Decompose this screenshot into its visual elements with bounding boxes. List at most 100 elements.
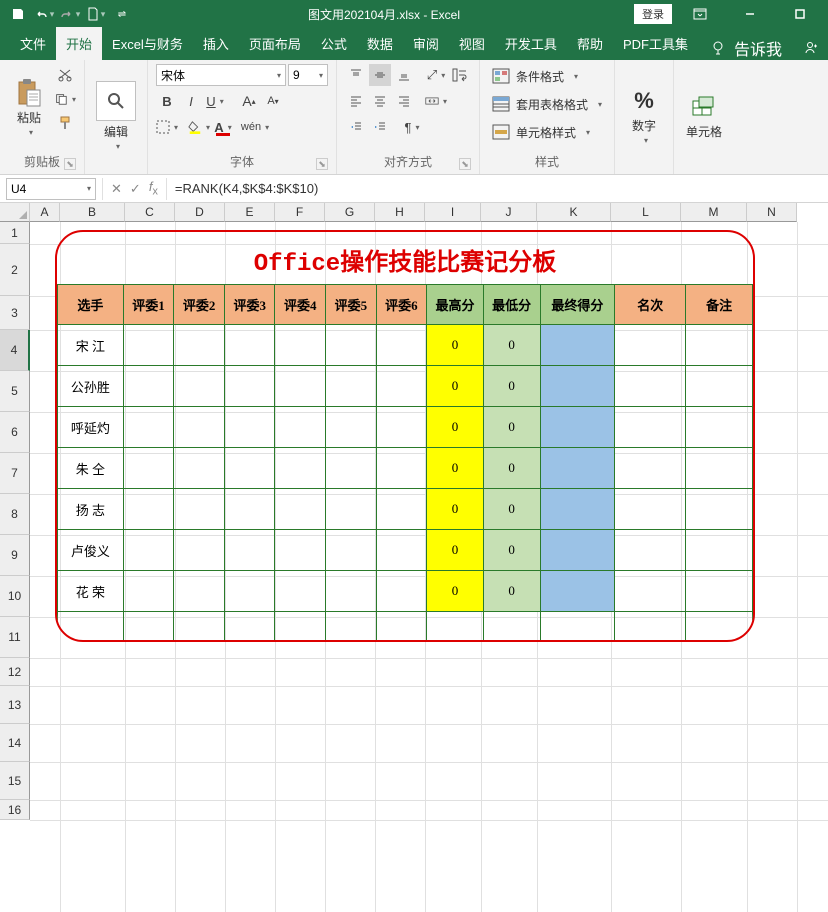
table-cell[interactable] bbox=[686, 325, 753, 366]
align-center-icon[interactable] bbox=[369, 90, 391, 112]
underline-button[interactable]: U▾ bbox=[204, 90, 226, 112]
table-cell[interactable] bbox=[615, 448, 686, 489]
name-box[interactable]: U4▾ bbox=[6, 178, 96, 200]
table-cell[interactable] bbox=[326, 612, 377, 643]
table-cell[interactable] bbox=[123, 571, 174, 612]
table-cell[interactable] bbox=[174, 325, 225, 366]
table-cell[interactable] bbox=[326, 366, 377, 407]
table-cell[interactable] bbox=[174, 571, 225, 612]
table-cell[interactable]: 呼延灼 bbox=[58, 407, 124, 448]
col-header[interactable]: K bbox=[537, 203, 611, 222]
table-cell[interactable] bbox=[376, 530, 427, 571]
font-launcher-icon[interactable]: ⬊ bbox=[316, 158, 328, 170]
table-cell[interactable]: 0 bbox=[427, 489, 484, 530]
table-cell[interactable]: 0 bbox=[427, 407, 484, 448]
table-cell[interactable]: 0 bbox=[483, 571, 540, 612]
font-name-combo[interactable]: 宋体▾ bbox=[156, 64, 286, 86]
table-cell[interactable]: 卢俊义 bbox=[58, 530, 124, 571]
table-cell[interactable] bbox=[326, 407, 377, 448]
increase-indent-icon[interactable] bbox=[369, 116, 391, 138]
align-left-icon[interactable] bbox=[345, 90, 367, 112]
row-header[interactable]: 7 bbox=[0, 453, 30, 494]
tab-formula[interactable]: 公式 bbox=[311, 27, 357, 60]
merge-icon[interactable]: ▾ bbox=[425, 90, 447, 112]
table-cell[interactable]: 花 荣 bbox=[58, 571, 124, 612]
table-cell[interactable] bbox=[224, 366, 275, 407]
col-header[interactable]: N bbox=[747, 203, 797, 222]
table-cell[interactable] bbox=[123, 489, 174, 530]
cells-button[interactable]: 单元格 bbox=[682, 64, 726, 168]
table-cell[interactable] bbox=[686, 448, 753, 489]
table-cell[interactable] bbox=[275, 325, 326, 366]
table-cell[interactable] bbox=[58, 612, 124, 643]
table-cell[interactable] bbox=[326, 530, 377, 571]
align-launcher-icon[interactable]: ⬊ bbox=[459, 158, 471, 170]
table-cell[interactable] bbox=[224, 448, 275, 489]
table-cell[interactable] bbox=[224, 612, 275, 643]
table-cell[interactable] bbox=[686, 407, 753, 448]
decrease-font-icon[interactable]: A▾ bbox=[262, 90, 284, 112]
row-header[interactable]: 1 bbox=[0, 222, 30, 244]
conditional-format-button[interactable]: 条件格式▾ bbox=[488, 64, 606, 88]
border-icon[interactable]: ▾ bbox=[156, 116, 178, 138]
table-cell[interactable] bbox=[615, 530, 686, 571]
row-header[interactable]: 11 bbox=[0, 617, 30, 658]
col-header[interactable]: J bbox=[481, 203, 537, 222]
table-cell[interactable]: 0 bbox=[427, 530, 484, 571]
copy-icon[interactable]: ▾ bbox=[54, 88, 76, 110]
tab-developer[interactable]: 开发工具 bbox=[495, 27, 567, 60]
table-cell[interactable] bbox=[686, 366, 753, 407]
table-cell[interactable] bbox=[376, 571, 427, 612]
table-cell[interactable] bbox=[376, 407, 427, 448]
row-header[interactable]: 12 bbox=[0, 658, 30, 686]
cell-style-button[interactable]: 单元格样式▾ bbox=[488, 120, 606, 144]
table-cell[interactable] bbox=[376, 448, 427, 489]
tab-file[interactable]: 文件 bbox=[10, 27, 56, 60]
table-cell[interactable] bbox=[174, 407, 225, 448]
login-button[interactable]: 登录 bbox=[634, 4, 672, 24]
table-cell[interactable]: 0 bbox=[427, 571, 484, 612]
table-cell[interactable] bbox=[275, 366, 326, 407]
row-header[interactable]: 15 bbox=[0, 762, 30, 800]
save-icon[interactable] bbox=[6, 3, 30, 25]
table-cell[interactable]: 0 bbox=[483, 530, 540, 571]
table-cell[interactable] bbox=[275, 571, 326, 612]
table-cell[interactable] bbox=[123, 530, 174, 571]
row-header[interactable]: 16 bbox=[0, 800, 30, 820]
table-cell[interactable] bbox=[540, 571, 615, 612]
share-icon[interactable] bbox=[802, 40, 818, 56]
table-cell[interactable]: 公孙胜 bbox=[58, 366, 124, 407]
row-header[interactable]: 2 bbox=[0, 244, 30, 296]
cut-icon[interactable] bbox=[54, 64, 76, 86]
font-size-combo[interactable]: 9▾ bbox=[288, 64, 328, 86]
table-cell[interactable] bbox=[483, 612, 540, 643]
col-header[interactable]: E bbox=[225, 203, 275, 222]
ribbon-display-icon[interactable] bbox=[678, 0, 722, 28]
table-cell[interactable] bbox=[123, 325, 174, 366]
table-cell[interactable] bbox=[686, 530, 753, 571]
row-header[interactable]: 14 bbox=[0, 724, 30, 762]
enter-formula-icon[interactable]: ✓ bbox=[130, 181, 141, 197]
bold-button[interactable]: B bbox=[156, 90, 178, 112]
table-cell[interactable]: 0 bbox=[427, 325, 484, 366]
decrease-indent-icon[interactable] bbox=[345, 116, 367, 138]
tab-home[interactable]: 开始 bbox=[56, 27, 102, 60]
align-right-icon[interactable] bbox=[393, 90, 415, 112]
col-header[interactable]: A bbox=[30, 203, 60, 222]
tab-review[interactable]: 审阅 bbox=[403, 27, 449, 60]
table-cell[interactable] bbox=[376, 366, 427, 407]
table-cell[interactable] bbox=[174, 448, 225, 489]
row-header[interactable]: 4 bbox=[0, 330, 30, 371]
wrap-text-icon[interactable] bbox=[449, 64, 471, 86]
table-cell[interactable] bbox=[123, 612, 174, 643]
qat-customize-icon[interactable]: ⇌ bbox=[110, 3, 134, 25]
italic-button[interactable]: I bbox=[180, 90, 202, 112]
table-cell[interactable]: 朱 仝 bbox=[58, 448, 124, 489]
table-cell[interactable] bbox=[326, 325, 377, 366]
table-format-button[interactable]: 套用表格格式▾ bbox=[488, 92, 606, 116]
table-cell[interactable] bbox=[275, 612, 326, 643]
table-cell[interactable] bbox=[376, 489, 427, 530]
table-cell[interactable]: 0 bbox=[427, 366, 484, 407]
table-cell[interactable] bbox=[615, 489, 686, 530]
new-file-icon[interactable]: ▾ bbox=[84, 3, 108, 25]
